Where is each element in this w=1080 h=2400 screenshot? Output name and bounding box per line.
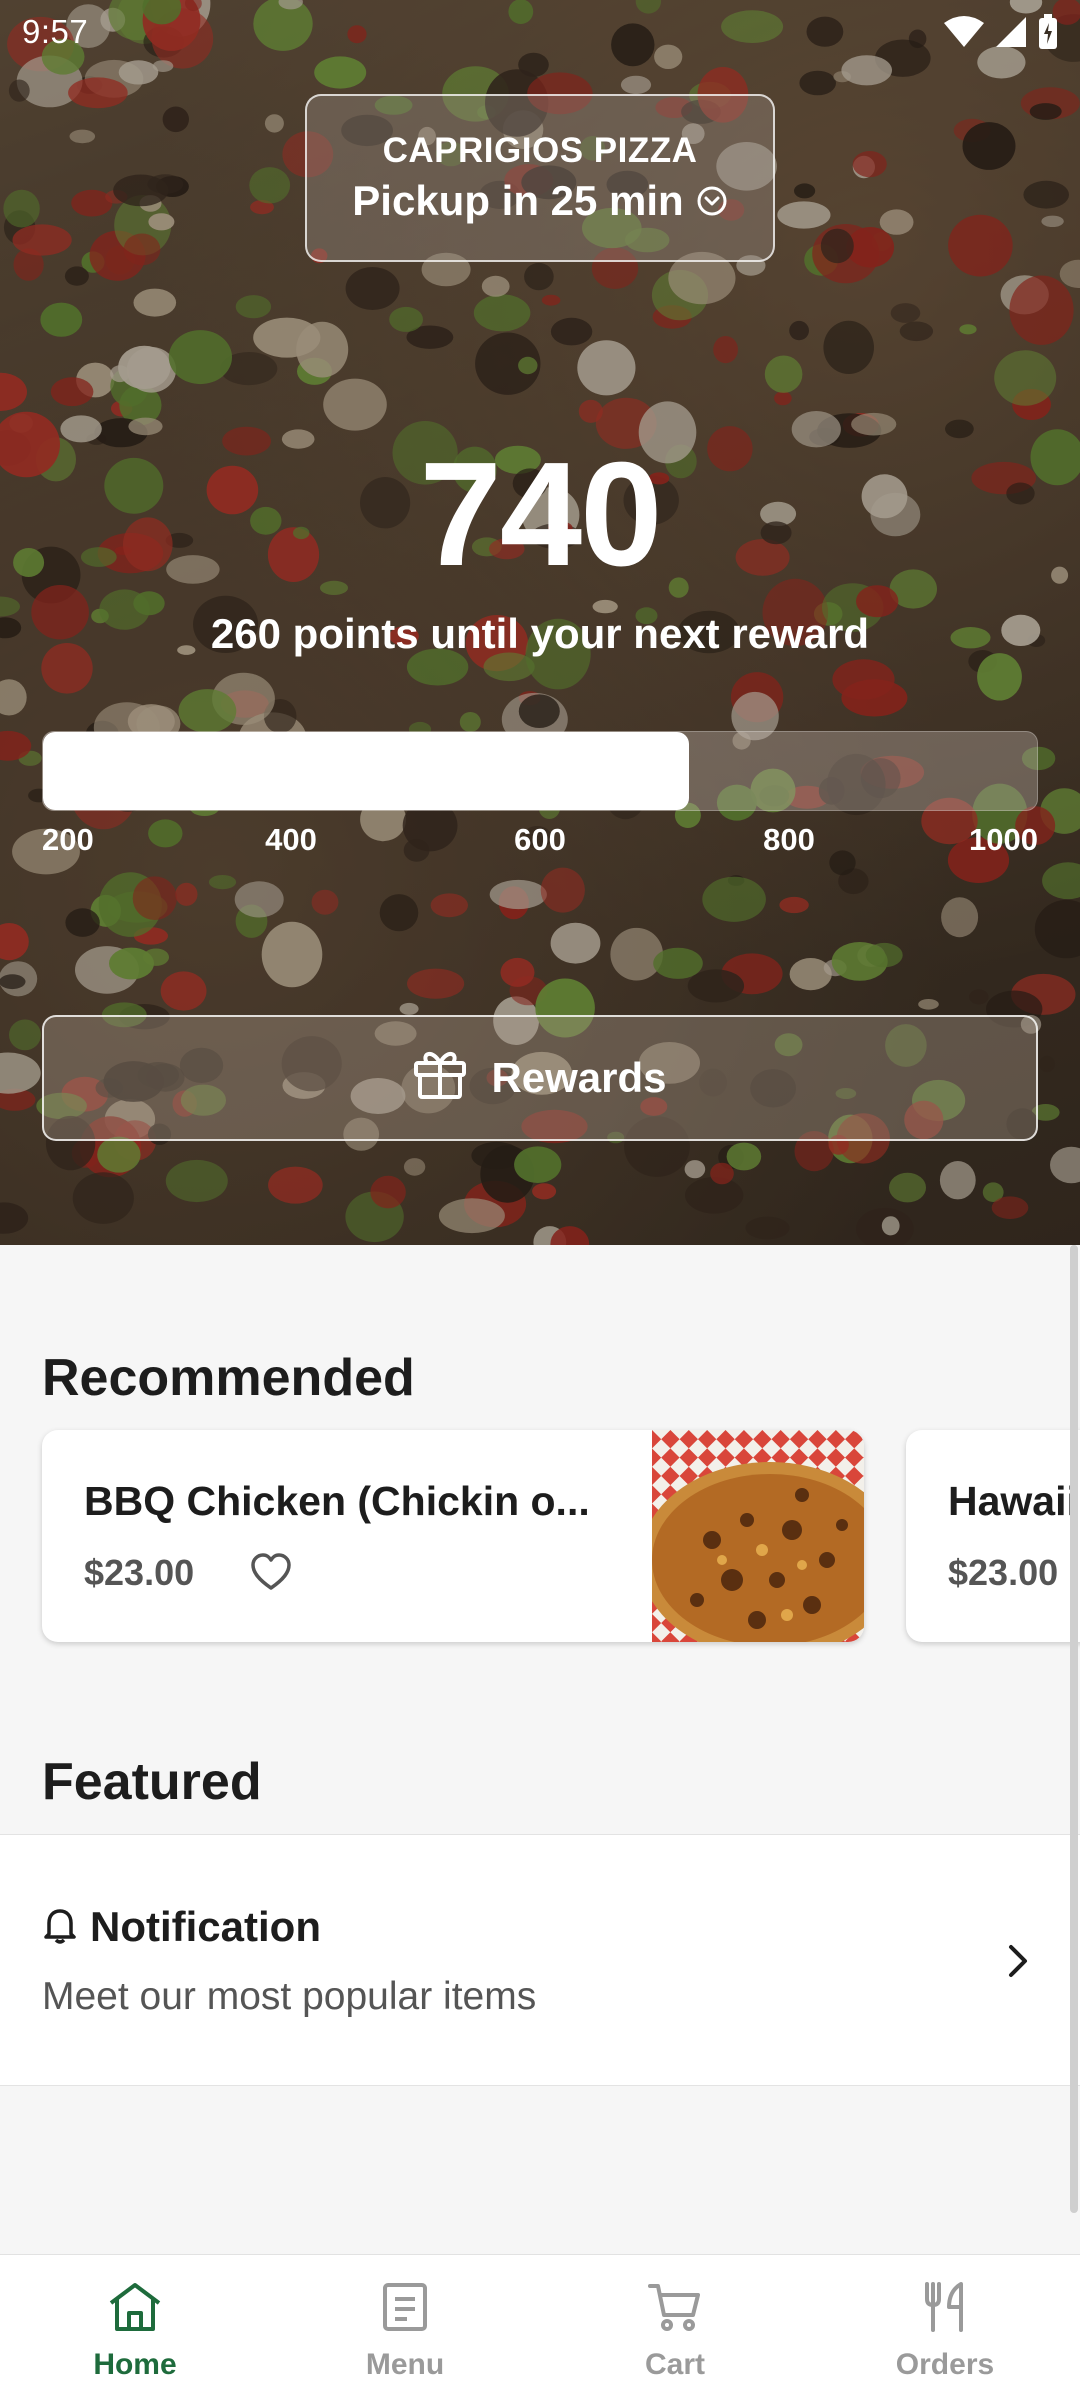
nav-menu[interactable]: Menu [270,2255,540,2400]
points-balance: 740 [419,432,663,597]
tick-label: 800 [763,822,815,857]
tick-label: 200 [42,822,94,857]
item-name: Hawaii [948,1478,1078,1524]
hero-banner: 9:57 CAPRIGIOS PIZZA Pickup in 25 min 74… [0,0,1080,1245]
item-name: BBQ Chicken (Chickin o... [84,1478,590,1524]
recommended-item-card[interactable]: Hawaii $23.00 [906,1430,1080,1642]
menu-icon [381,2281,429,2338]
chevron-right-icon [1006,1943,1030,1984]
tick-label: 1000 [969,822,1038,857]
scrollbar[interactable] [1070,1245,1078,2213]
store-selector[interactable]: CAPRIGIOS PIZZA Pickup in 25 min [305,94,775,262]
tick-label: 600 [514,822,566,857]
wifi-icon [944,15,984,49]
featured-notification-row[interactable]: Notification Meet our most popular items [0,1834,1080,2086]
battery-icon [1038,14,1058,50]
status-time: 9:57 [22,13,89,50]
orders-icon [921,2281,969,2338]
nav-home[interactable]: Home [0,2255,270,2400]
home-icon [107,2281,163,2338]
store-name: CAPRIGIOS PIZZA [382,131,698,170]
rewards-progress-bar [42,731,1038,811]
progress-tick-labels: 200 400 600 800 1000 [42,822,1038,862]
item-price: $23.00 [948,1552,1059,1593]
rewards-button-label: Rewards [491,1054,667,1101]
rewards-button[interactable]: Rewards [42,1015,1038,1141]
pickup-time: Pickup in 25 min [352,177,684,224]
cart-icon [647,2281,703,2338]
notification-subtitle: Meet our most popular items [42,1975,537,2018]
bbq-chicken-pizza-image [652,1430,864,1642]
points-caption: 260 points until your next reward [210,610,870,657]
nav-orders[interactable]: Orders [810,2255,1080,2400]
item-price: $23.00 [84,1552,195,1593]
bell-icon [42,1906,78,1949]
recommended-item-card[interactable]: BBQ Chicken (Chickin o... $23.00 [42,1430,864,1642]
nav-cart[interactable]: Cart [540,2255,810,2400]
status-bar: 9:57 [0,0,1080,64]
nav-label: Menu [365,2348,445,2381]
signal-icon [994,15,1028,49]
featured-heading: Featured [42,1753,262,1811]
rewards-progress-fill [43,732,690,810]
gift-icon [413,1047,467,1109]
chevron-down-circle-icon [696,185,728,217]
nav-label: Home [93,2348,177,2381]
favorite-heart-icon[interactable] [250,1552,292,1597]
nav-label: Cart [644,2348,705,2381]
nav-label: Orders [895,2348,995,2381]
recommended-heading: Recommended [42,1349,415,1407]
tick-label: 400 [265,822,317,857]
bottom-navigation: Home Menu Cart Orders [0,2254,1080,2400]
notification-title: Notification [90,1903,321,1950]
